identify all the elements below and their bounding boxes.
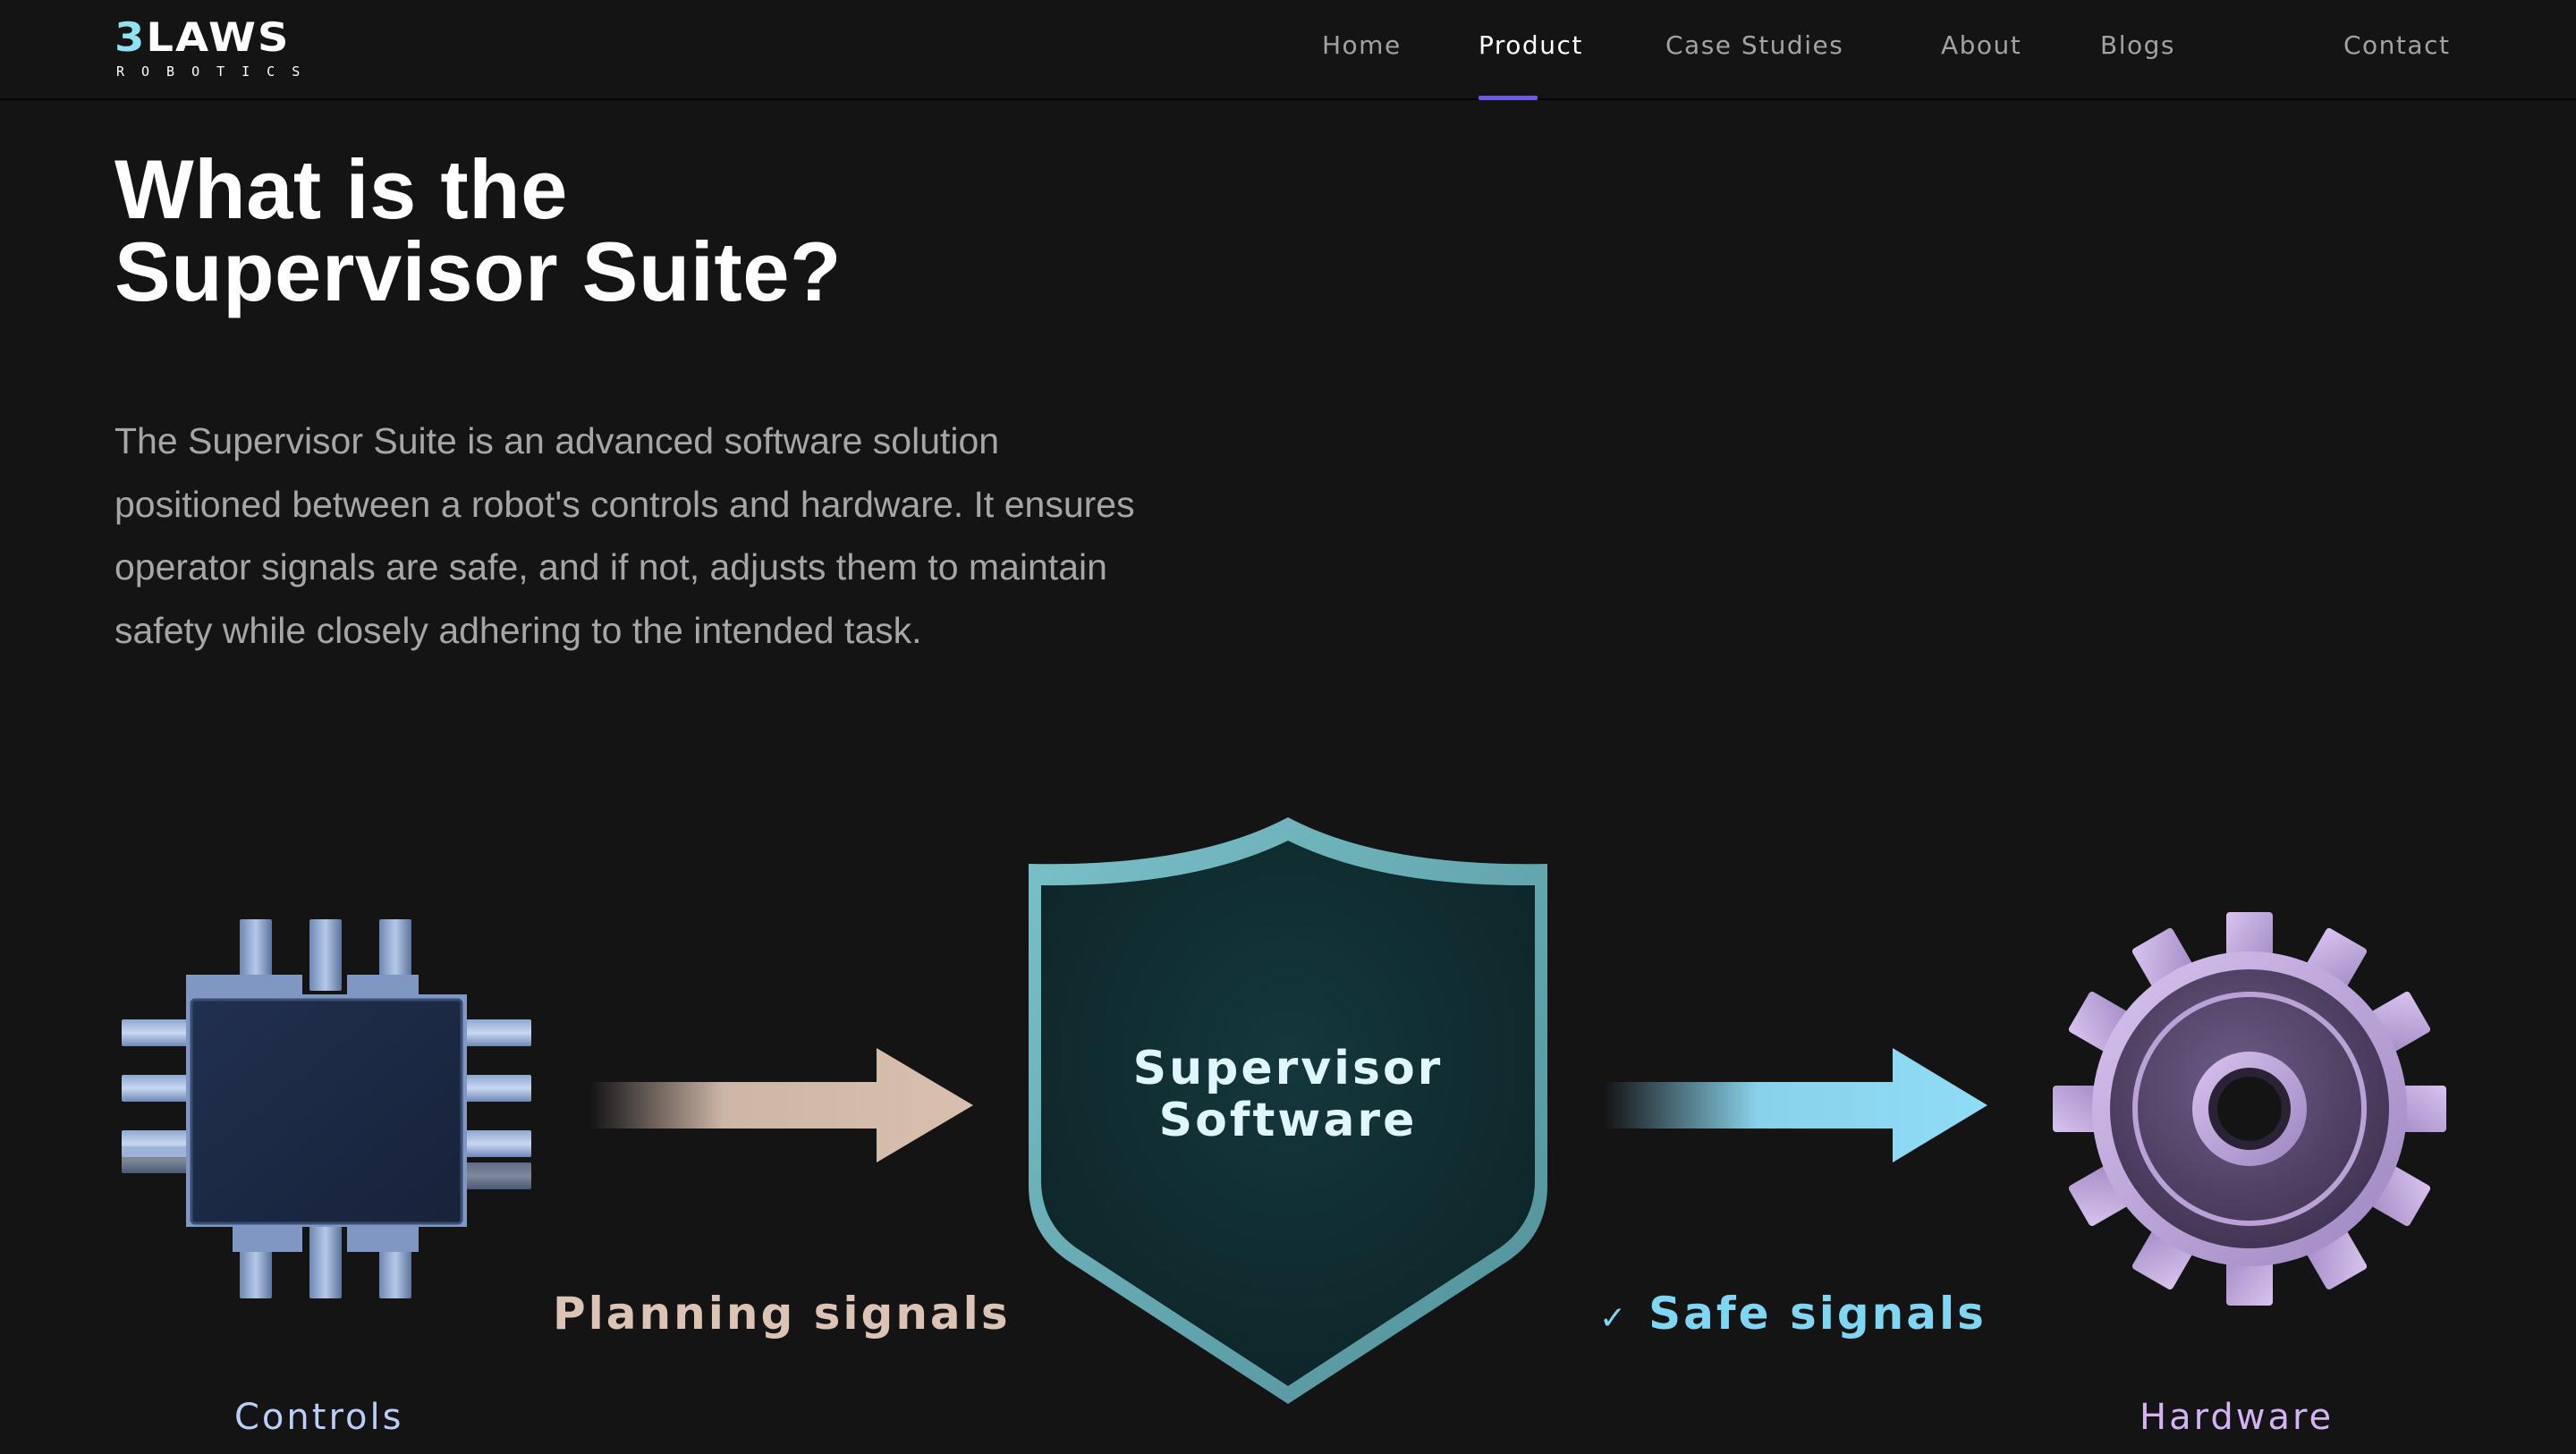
controls-label: Controls: [234, 1397, 404, 1438]
chip-icon: [122, 919, 531, 1298]
logo-word: LAWS: [146, 14, 291, 61]
page-description: The Supervisor Suite is an advanced soft…: [114, 410, 1259, 662]
description-line-2: positioned between a robot's controls an…: [114, 483, 1135, 525]
software-line: Software: [1158, 1094, 1418, 1147]
title-line-1: What is the: [114, 142, 568, 236]
brand-logo[interactable]: 3LAWS ROBOTICS: [114, 18, 374, 79]
nav-about[interactable]: About: [1941, 30, 2021, 62]
hardware-label: Hardware: [2140, 1397, 2334, 1438]
nav-home[interactable]: Home: [1322, 30, 1402, 62]
page-title: What is the Supervisor Suite?: [114, 142, 842, 318]
site-header: 3LAWS ROBOTICS Home Product Case Studies…: [0, 0, 2576, 100]
nav-active-indicator: [1479, 96, 1538, 100]
safe-signals-text: Safe signals: [1648, 1288, 1987, 1340]
nav-blogs[interactable]: Blogs: [2100, 30, 2175, 62]
safe-arrow-icon: [1605, 1048, 1987, 1162]
logo-subtitle: ROBOTICS: [116, 63, 318, 80]
nav-product[interactable]: Product: [1479, 30, 1583, 62]
description-line-3: operator signals are safe, and if not, a…: [114, 546, 1107, 588]
planning-signals-label: Planning signals: [553, 1288, 1011, 1340]
logo-wordmark: 3LAWS: [114, 18, 291, 57]
description-line-1: The Supervisor Suite is an advanced soft…: [114, 420, 1000, 461]
title-line-2: Supervisor Suite?: [114, 224, 842, 318]
nav-case-studies[interactable]: Case Studies: [1665, 30, 1843, 62]
planning-arrow-icon: [590, 1048, 973, 1162]
supervisor-line: Supervisor: [1132, 1042, 1444, 1095]
logo-prefix: 3: [114, 14, 147, 61]
supervisor-software-label: Supervisor Software: [1027, 1043, 1549, 1146]
safe-signals-label: ✓ Safe signals: [1599, 1288, 1987, 1340]
gear-icon: [2053, 912, 2446, 1306]
description-line-4: safety while closely adhering to the int…: [114, 609, 922, 651]
check-icon: ✓: [1599, 1300, 1630, 1337]
nav-contact[interactable]: Contact: [2343, 30, 2450, 62]
